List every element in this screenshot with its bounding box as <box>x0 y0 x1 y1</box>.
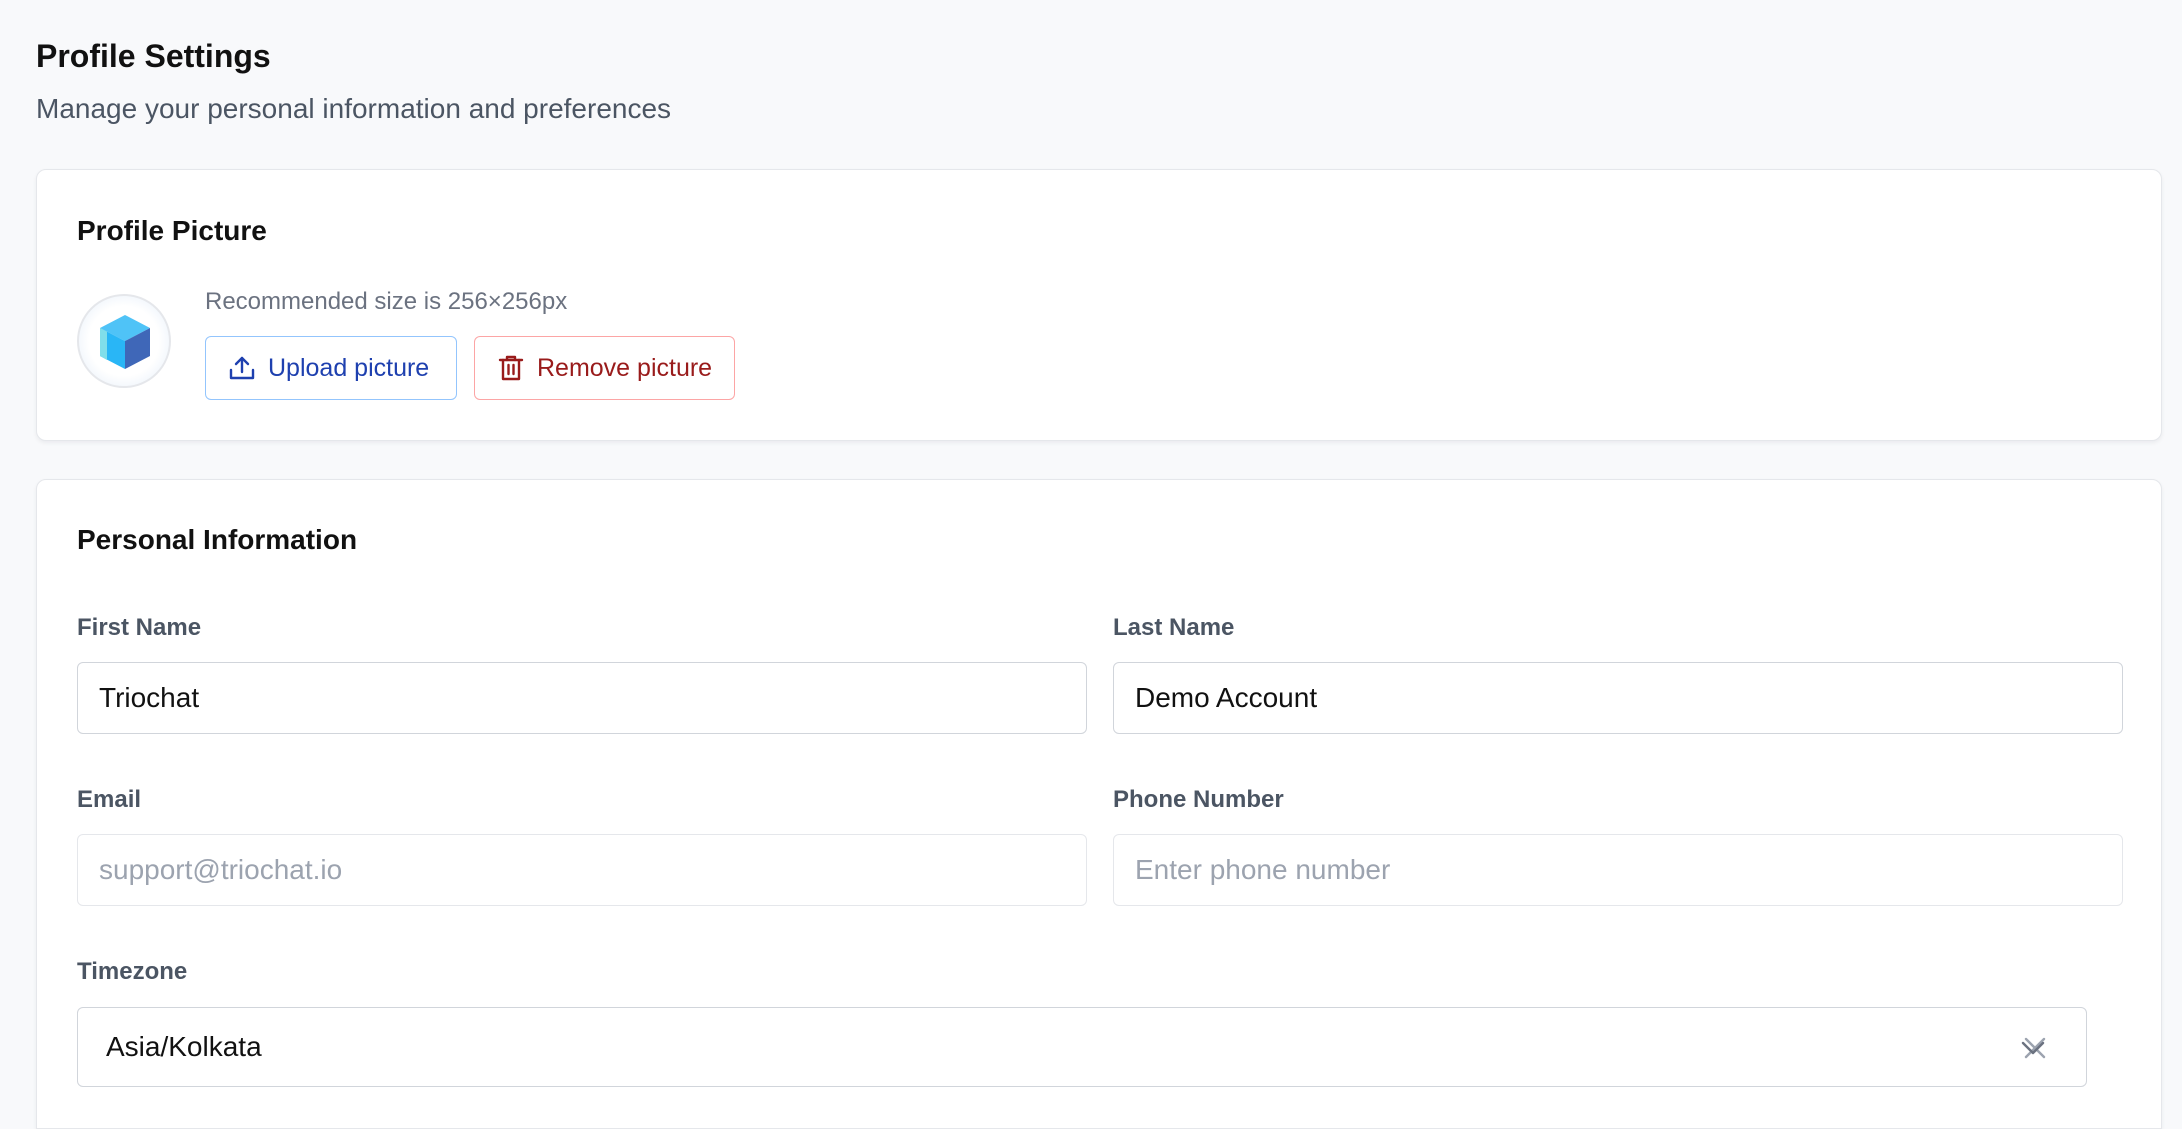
email-field[interactable] <box>77 834 1087 906</box>
upload-icon <box>228 354 256 382</box>
personal-information-card: Personal Information First Name Last Nam… <box>36 479 2162 1129</box>
recommended-size-hint: Recommended size is 256×256px <box>205 288 568 315</box>
trash-icon <box>497 354 525 382</box>
page-subtitle: Manage your personal information and pre… <box>36 93 672 124</box>
remove-picture-button[interactable]: Remove picture <box>474 336 735 400</box>
profile-picture-card: Profile Picture Recommended size is 256×… <box>36 169 2162 441</box>
upload-picture-button[interactable]: Upload picture <box>205 336 457 400</box>
timezone-value: Asia/Kolkata <box>106 1031 262 1062</box>
upload-picture-label: Upload picture <box>268 353 430 382</box>
personal-information-title: Personal Information <box>77 524 358 555</box>
first-name-label: First Name <box>77 614 202 641</box>
first-name-field[interactable] <box>77 662 1087 734</box>
page-title: Profile Settings <box>36 38 271 74</box>
phone-number-field[interactable] <box>1113 834 2123 906</box>
chevron-down-icon[interactable] <box>2018 1033 2048 1063</box>
phone-number-label: Phone Number <box>1113 786 1284 813</box>
cube-logo-icon <box>100 315 150 369</box>
avatar <box>77 294 171 388</box>
last-name-field[interactable] <box>1113 662 2123 734</box>
timezone-label: Timezone <box>77 958 188 985</box>
last-name-label: Last Name <box>1113 614 1235 641</box>
timezone-select[interactable]: Asia/Kolkata <box>77 1007 2087 1087</box>
remove-picture-label: Remove picture <box>537 353 713 382</box>
profile-picture-title: Profile Picture <box>77 215 267 246</box>
email-label: Email <box>77 786 142 813</box>
